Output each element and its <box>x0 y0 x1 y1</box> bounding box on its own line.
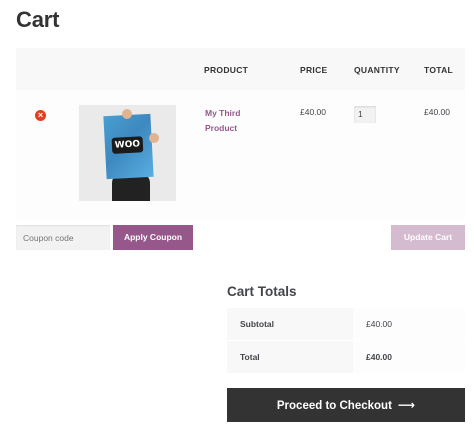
cart-table-header: PRODUCT PRICE QUANTITY TOTAL <box>16 48 465 90</box>
header-total: TOTAL <box>424 65 454 75</box>
header-product: PRODUCT <box>204 65 249 75</box>
hand-right <box>149 133 159 143</box>
cart-item-row: × WOO My Third Product £40.00 £40.00 <box>16 90 465 220</box>
item-total: £40.00 <box>424 107 450 117</box>
cart-actions: Apply Coupon Update Cart <box>16 225 465 251</box>
cart-totals-table: Subtotal £40.00 Total £40.00 <box>227 308 465 373</box>
cart-table: PRODUCT PRICE QUANTITY TOTAL × WOO My Th… <box>16 48 465 220</box>
poster-image: WOO <box>103 113 154 180</box>
subtotal-row: Subtotal £40.00 <box>227 308 465 340</box>
total-row: Total £40.00 <box>227 340 465 373</box>
product-link[interactable]: My Third Product <box>205 106 265 136</box>
quantity-input[interactable] <box>354 106 376 123</box>
arrow-right-icon: ⟶ <box>397 398 416 412</box>
total-label: Total <box>227 341 353 373</box>
cart-totals-title: Cart Totals <box>227 284 297 299</box>
header-price: PRICE <box>300 65 328 75</box>
product-thumbnail[interactable]: WOO <box>79 105 176 201</box>
subtotal-value: £40.00 <box>353 308 465 340</box>
apply-coupon-button[interactable]: Apply Coupon <box>113 225 193 250</box>
hand-left <box>122 109 132 119</box>
coupon-code-input[interactable] <box>16 225 110 250</box>
subtotal-label: Subtotal <box>227 308 353 340</box>
update-cart-button[interactable]: Update Cart <box>391 225 465 250</box>
item-price: £40.00 <box>300 107 326 117</box>
page-title: Cart <box>16 7 60 32</box>
total-value: £40.00 <box>353 341 465 373</box>
remove-item-icon[interactable]: × <box>35 110 46 121</box>
checkout-label: Proceed to Checkout <box>276 400 392 412</box>
woo-logo: WOO <box>111 136 144 154</box>
proceed-to-checkout-button[interactable]: Proceed to Checkout ⟶ <box>227 388 465 422</box>
header-quantity: QUANTITY <box>354 65 400 75</box>
